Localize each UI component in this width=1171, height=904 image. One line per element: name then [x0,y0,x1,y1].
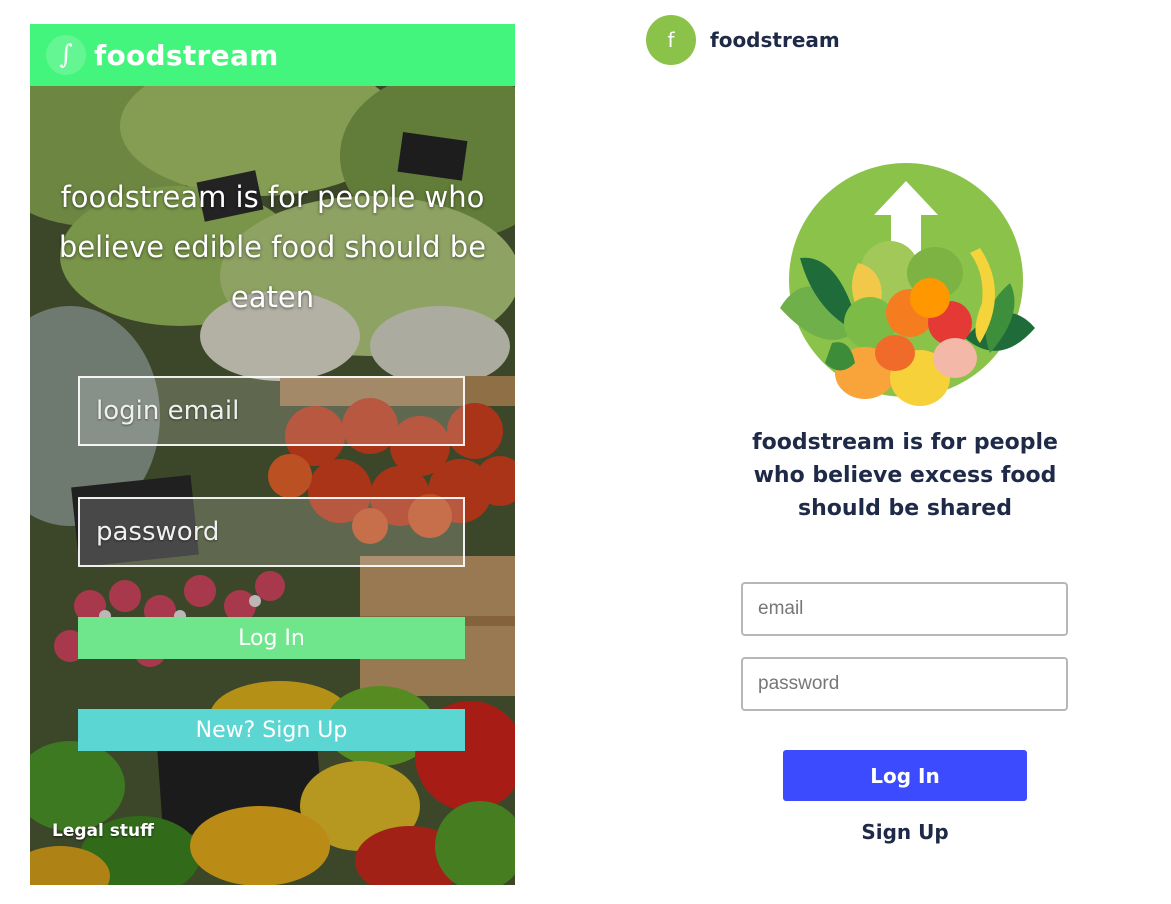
new-brand-name: foodstream [710,28,840,52]
new-password-placeholder: password [758,673,840,694]
legal-link[interactable]: Legal stuff [52,821,154,841]
produce-bowl-illustration [780,163,1035,406]
old-email-input[interactable]: login email [78,376,465,446]
old-brand-name: foodstream [94,38,279,72]
new-signup-link[interactable]: Sign Up [783,820,1027,844]
old-password-input[interactable]: password [78,497,465,567]
old-login-screen: ∫ foodstream foodstream is for people wh… [30,24,515,885]
new-password-input[interactable]: password [741,657,1068,711]
old-tagline: foodstream is for people who believe edi… [58,180,487,314]
foodstream-logo-icon: ∫ [46,35,86,75]
foodstream-logo-circle: f [646,15,696,65]
new-tagline: foodstream is for people who believe exc… [752,430,1058,521]
old-password-placeholder: password [96,517,220,547]
old-signup-button[interactable]: New? Sign Up [78,709,465,751]
new-email-placeholder: email [758,598,804,619]
old-email-placeholder: login email [96,396,240,426]
new-email-input[interactable]: email [741,582,1068,636]
new-login-button[interactable]: Log In [783,750,1027,801]
old-header-bar: ∫ foodstream [30,24,515,86]
old-login-button[interactable]: Log In [78,617,465,659]
